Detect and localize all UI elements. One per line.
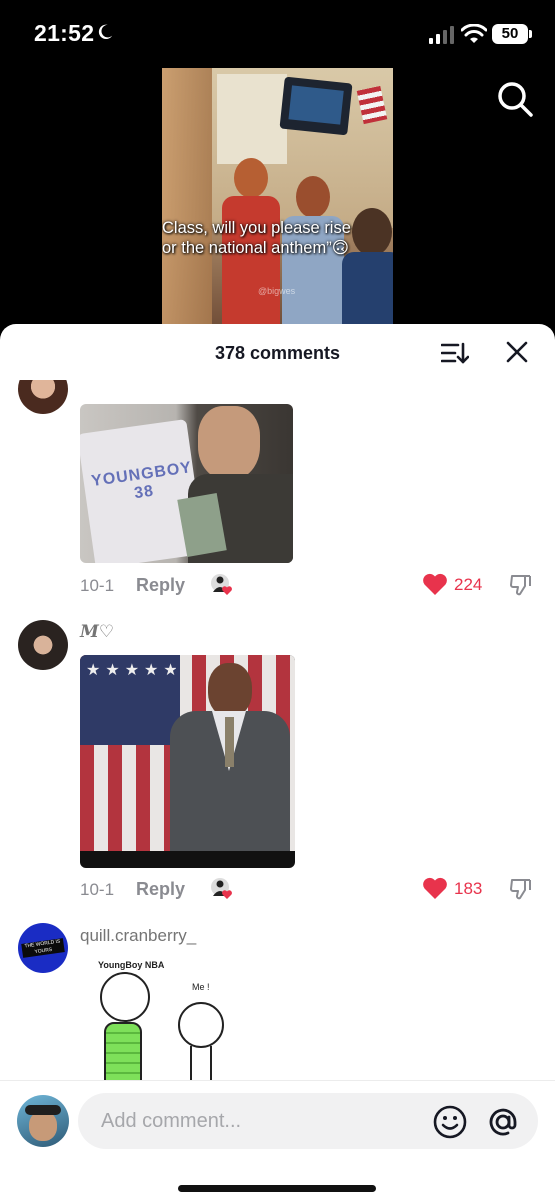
video-player[interactable]: Class, will you please rise or the natio… [0,68,555,333]
avatar[interactable] [18,620,68,670]
comment-username[interactable]: M♡ [80,622,114,642]
sort-icon[interactable] [441,341,469,365]
avatar[interactable]: THE WORLD IS YOURS [18,923,68,973]
close-icon[interactable] [505,340,529,364]
wifi-icon [461,24,487,43]
video-caption: Class, will you please rise or the natio… [162,218,393,258]
signal-icon [429,26,454,44]
like-count: 183 [454,879,483,898]
emoji-icon[interactable] [433,1105,467,1139]
comments-header: 378 comments [0,324,555,380]
creator-liked-icon [211,878,232,899]
like-count: 224 [454,575,483,594]
status-time: 21:52 [34,20,95,46]
comments-sheet: 378 comments YOUNGBOY 38 10-1 Reply 224 … [0,324,555,1200]
comment-date: 10-1 [80,576,115,595]
video-watermark: @bigwes [258,286,296,296]
comment-image[interactable]: ★★★★★★★★★★★★★★★★★★ [80,655,295,868]
video-caption-line1: Class, will you please rise [162,219,351,237]
comment-input-placeholder: Add comment... [101,1110,242,1132]
comment-composer: Add comment... [0,1080,555,1200]
search-icon[interactable] [496,80,534,118]
meme-label-me: Me ! [192,982,210,992]
reply-button[interactable]: Reply [136,575,185,596]
heart-icon[interactable] [422,876,448,900]
dislike-icon[interactable] [508,572,534,596]
status-bar: 21:52 50 [0,0,555,68]
battery-icon: 50 [492,24,532,44]
comment-count: 378 comments [214,343,341,363]
moon-icon [98,24,113,40]
comment-image[interactable]: YoungBoy NBA Me ! [80,958,240,1080]
mention-icon[interactable] [486,1105,520,1139]
avatar-text: THE WORLD IS YOURS [21,938,65,958]
creator-liked-icon [211,574,232,595]
comments-list[interactable]: YOUNGBOY 38 10-1 Reply 224 M♡ ★★★★★ 10-1… [0,380,555,1080]
comment-date: 10-1 [80,880,115,899]
video-thumbnail[interactable]: Class, will you please rise or the natio… [162,68,393,333]
dislike-icon[interactable] [508,876,534,900]
my-avatar[interactable] [17,1095,69,1147]
home-indicator [178,1185,376,1192]
meme-label-youngboy: YoungBoy NBA [98,960,165,970]
comment-username[interactable]: quill.cranberry_ [80,926,196,946]
avatar[interactable] [18,380,68,414]
heart-icon[interactable] [422,572,448,596]
reply-button[interactable]: Reply [136,879,185,900]
comment-image[interactable]: YOUNGBOY 38 [80,404,293,563]
video-caption-line2: or the national anthem”🙃 [162,239,349,257]
